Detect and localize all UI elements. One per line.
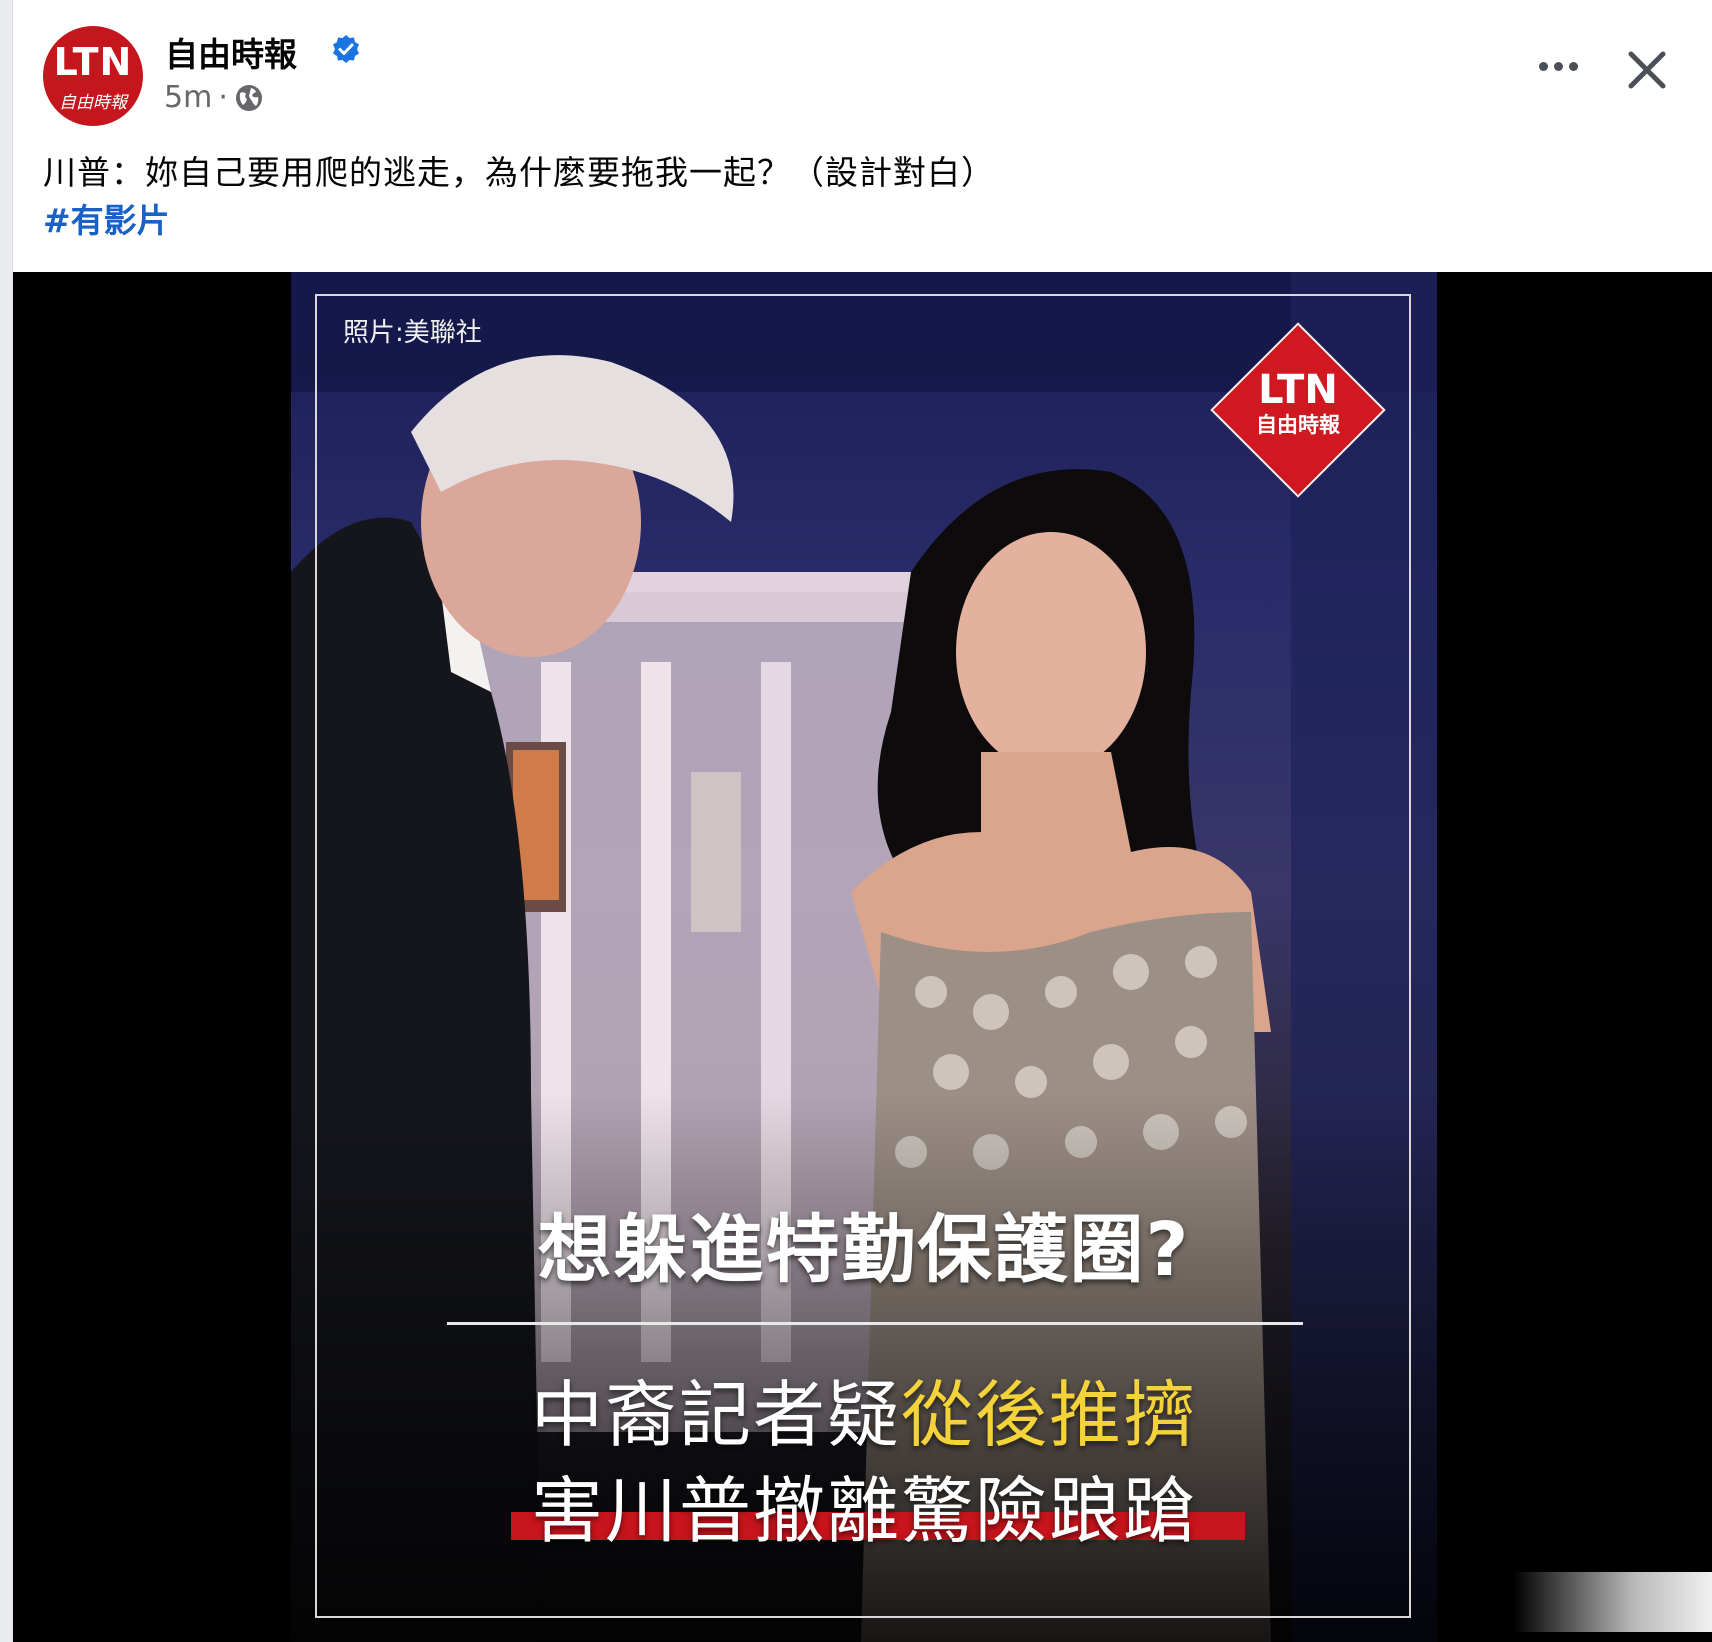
media-subline-2: 害川普撤離驚險踉蹌 — [530, 1469, 1197, 1553]
post-caption: 川普：妳自己要用爬的逃走，為什麼要拖我一起？（設計對白） — [43, 153, 995, 192]
verified-badge-icon — [333, 35, 359, 63]
more-options-button[interactable] — [1523, 44, 1593, 88]
page-name-link[interactable]: 自由時報 — [165, 28, 297, 76]
more-icon-dot — [1568, 61, 1578, 71]
more-icon — [1538, 61, 1548, 71]
subline-1-highlight: 從後推擠 — [901, 1373, 1198, 1457]
ltn-logo-small-text: 自由時報 — [1256, 413, 1340, 437]
news-photo: 照片:美聯社 LTN 自由時報 想躲進特勤保護圈? 中裔記者疑從後推擠 害川普撤… — [291, 272, 1437, 1642]
post-meta: 5m · — [164, 80, 264, 115]
photo-credit: 照片:美聯社 — [343, 318, 482, 348]
ltn-logo-big-text: LTN — [1258, 367, 1338, 413]
more-icon-dot — [1553, 61, 1563, 71]
facebook-post: LTN 自由時報 自由時報 5m · 川普：妳自己要用爬的逃走，為什麼要拖我一起… — [12, 0, 1712, 1642]
subline-1-plain: 中裔記者疑 — [530, 1373, 901, 1457]
media-subline-1: 中裔記者疑從後推擠 — [291, 1356, 1437, 1461]
post-media[interactable]: 照片:美聯社 LTN 自由時報 想躲進特勤保護圈? 中裔記者疑從後推擠 害川普撤… — [13, 272, 1712, 1642]
hashtag-link[interactable]: #有影片 — [43, 194, 170, 242]
post-time[interactable]: 5m — [164, 80, 212, 115]
corner-watermark — [1513, 1572, 1712, 1632]
ltn-logo: LTN 自由時報 — [1221, 368, 1375, 438]
close-icon[interactable] — [1617, 40, 1677, 100]
page-avatar[interactable]: LTN 自由時報 — [43, 26, 143, 126]
meta-separator: · — [218, 80, 228, 115]
headline-divider — [447, 1322, 1303, 1325]
avatar-logo-subtext: 自由時報 — [59, 93, 127, 113]
avatar-logo-text: LTN — [53, 40, 133, 84]
globe-icon[interactable] — [234, 83, 264, 113]
media-headline: 想躲進特勤保護圈? — [537, 1207, 1191, 1293]
